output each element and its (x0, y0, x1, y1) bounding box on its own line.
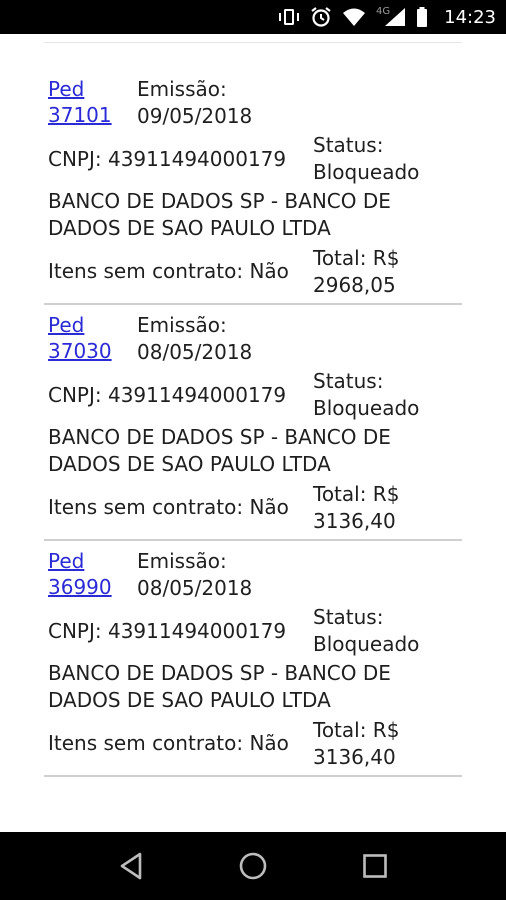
home-icon[interactable] (229, 842, 277, 890)
emissao-date: 08/05/2018 (137, 340, 253, 364)
divider (44, 42, 462, 43)
status-label: Status: (313, 605, 384, 629)
order-card: Ped 37030 Emissão: 08/05/2018 CNPJ: 4391… (44, 312, 462, 541)
cnpj-text: CNPJ: 43911494000179 (48, 619, 287, 643)
company-name-line1: BANCO DE DADOS SP - BANCO DE (48, 189, 391, 213)
emissao-label: Emissão: (137, 313, 227, 337)
itens-sem-contrato: Itens sem contrato: Não (48, 495, 289, 519)
status-value: Bloqueado (313, 396, 420, 420)
status-label: Status: (313, 133, 384, 157)
order-link[interactable]: Ped 37101 (48, 76, 112, 128)
total-value: 3136,40 (313, 509, 396, 533)
status-bar: 4G 14:23 (0, 0, 506, 34)
total-label: Total: R$ (313, 718, 400, 742)
total-value: 2968,05 (313, 273, 396, 297)
order-link[interactable]: Ped 36990 (48, 548, 112, 600)
emissao-label: Emissão: (137, 549, 227, 573)
emissao-date: 08/05/2018 (137, 576, 253, 600)
total-value: 3136,40 (313, 745, 396, 769)
ped-label[interactable]: Ped (48, 313, 84, 337)
company-name-line1: BANCO DE DADOS SP - BANCO DE (48, 661, 391, 685)
cnpj-text: CNPJ: 43911494000179 (48, 383, 287, 407)
ped-label[interactable]: Ped (48, 77, 84, 101)
recents-icon[interactable] (351, 842, 399, 890)
order-card: Ped 36990 Emissão: 08/05/2018 CNPJ: 4391… (44, 548, 462, 777)
network-type-label: 4G (376, 5, 391, 17)
order-card: Ped 37101 Emissão: 09/05/2018 CNPJ: 4391… (44, 76, 462, 305)
company-name-line1: BANCO DE DADOS SP - BANCO DE (48, 425, 391, 449)
vibrate-icon (278, 0, 300, 34)
itens-sem-contrato: Itens sem contrato: Não (48, 731, 289, 755)
emissao-label: Emissão: (137, 77, 227, 101)
order-link[interactable]: Ped 37030 (48, 312, 112, 364)
company-name-line2: DADOS DE SAO PAULO LTDA (48, 452, 331, 476)
status-value: Bloqueado (313, 632, 420, 656)
itens-sem-contrato: Itens sem contrato: Não (48, 259, 289, 283)
total-label: Total: R$ (313, 246, 400, 270)
company-name-line2: DADOS DE SAO PAULO LTDA (48, 688, 331, 712)
status-label: Status: (313, 369, 384, 393)
total-label: Total: R$ (313, 482, 400, 506)
navigation-bar (0, 832, 506, 900)
ped-label[interactable]: Ped (48, 549, 84, 573)
ped-number[interactable]: 36990 (48, 575, 112, 599)
orders-list[interactable]: Ped 37101 Emissão: 09/05/2018 CNPJ: 4391… (0, 34, 506, 832)
status-value: Bloqueado (313, 160, 420, 184)
alarm-icon (310, 0, 332, 34)
ped-number[interactable]: 37101 (48, 103, 112, 127)
wifi-icon (342, 0, 366, 34)
battery-icon (416, 0, 428, 34)
emissao-date: 09/05/2018 (137, 104, 253, 128)
back-icon[interactable] (107, 842, 155, 890)
status-time: 14:23 (444, 6, 496, 28)
ped-number[interactable]: 37030 (48, 339, 112, 363)
signal-icon: 4G (376, 0, 406, 34)
cnpj-text: CNPJ: 43911494000179 (48, 147, 287, 171)
company-name-line2: DADOS DE SAO PAULO LTDA (48, 216, 331, 240)
